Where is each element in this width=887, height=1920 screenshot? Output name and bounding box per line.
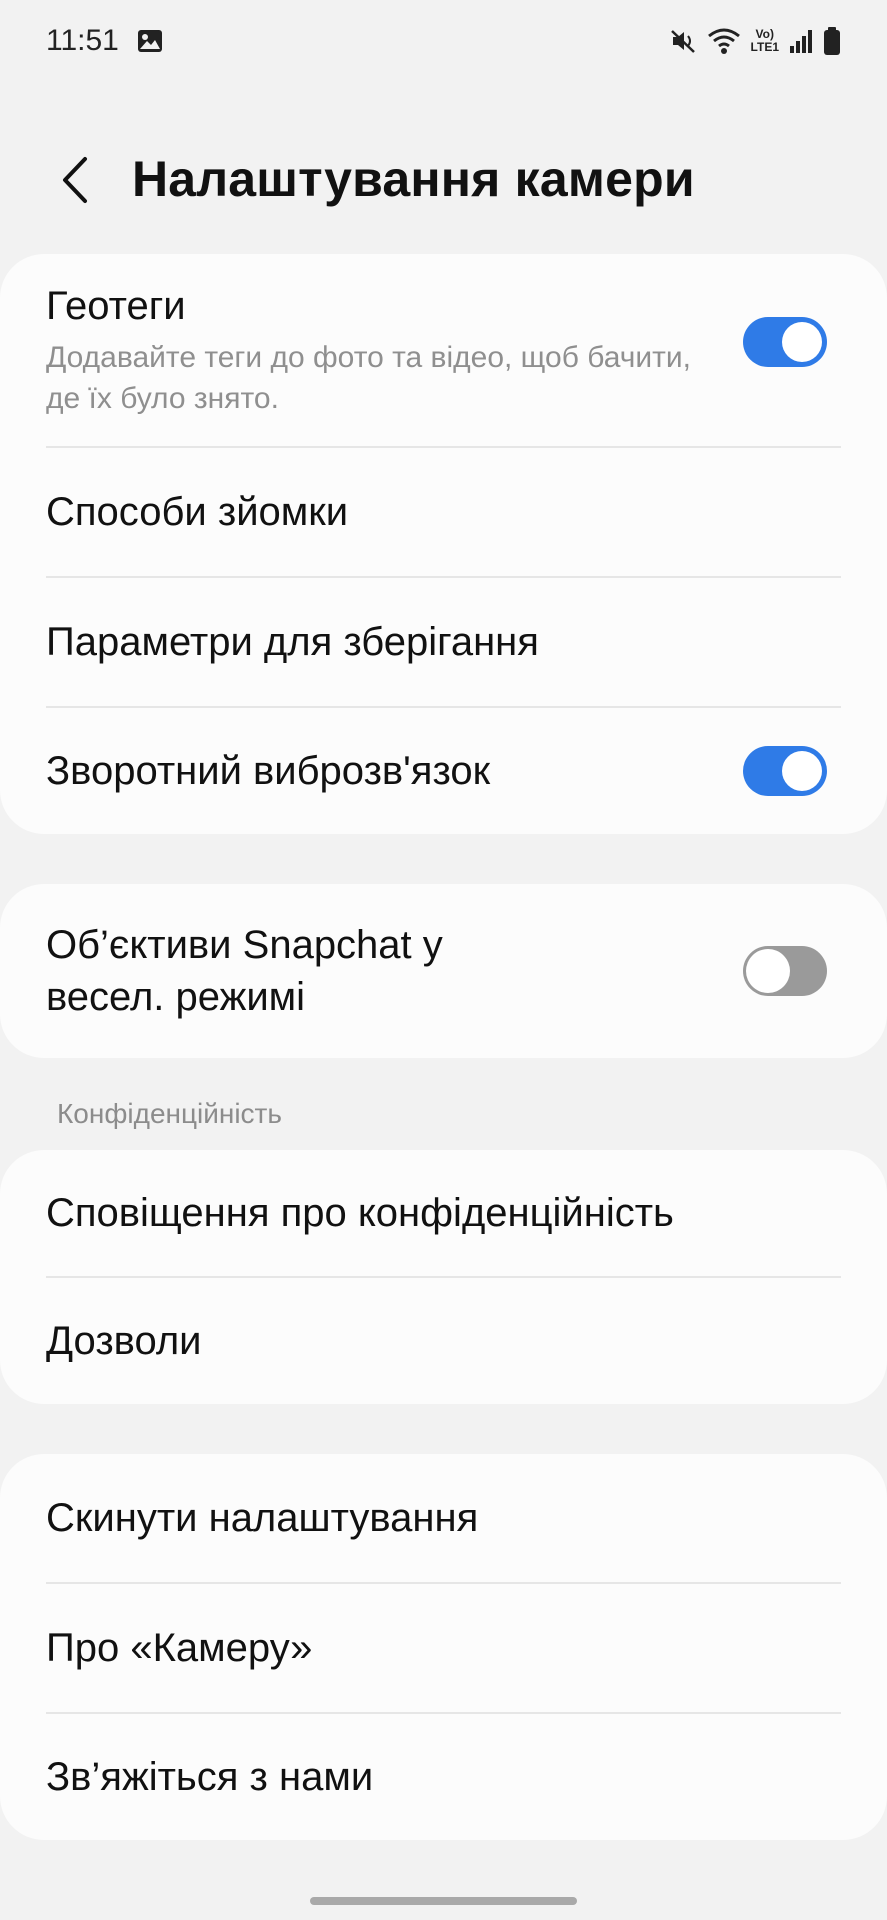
contact-us-row[interactable]: Зв’яжіться з нами bbox=[46, 1714, 841, 1840]
wifi-icon bbox=[707, 28, 740, 54]
snapchat-lenses-label-line2: весел. режимі bbox=[46, 975, 306, 1019]
status-time: 11:51 bbox=[46, 24, 119, 57]
status-right: Vo) LTE1 bbox=[669, 26, 841, 56]
mute-icon bbox=[670, 30, 695, 53]
geotags-text: Геотеги Додавайте теги до фото та відео,… bbox=[46, 284, 841, 419]
gallery-icon bbox=[137, 30, 162, 52]
status-left: 11:51 bbox=[46, 24, 163, 58]
permissions-row[interactable]: Дозволи bbox=[46, 1278, 841, 1404]
privacy-notice-row[interactable]: Сповіщення про конфіденційність bbox=[46, 1150, 841, 1278]
geotags-label: Геотеги bbox=[46, 284, 186, 328]
privacy-notice-label: Сповіщення про конфіденційність bbox=[46, 1190, 674, 1235]
snapchat-lenses-row[interactable]: Об’єктиви Snapchat у весел. режимі bbox=[46, 884, 841, 1058]
storage-options-row[interactable]: Параметри для зберігання bbox=[46, 578, 841, 708]
volte-lte-icon: Vo) LTE1 bbox=[751, 28, 779, 54]
vibration-feedback-toggle[interactable] bbox=[743, 746, 827, 796]
page-title: Налаштування камери bbox=[132, 151, 695, 207]
storage-options-label: Параметри для зберігання bbox=[46, 619, 539, 664]
status-bar: 11:51 Vo) LTE1 bbox=[0, 0, 887, 82]
shooting-methods-label: Способи зйомки bbox=[46, 489, 349, 534]
toggle-knob bbox=[782, 322, 822, 362]
contact-us-label: Зв’яжіться з нами bbox=[46, 1754, 374, 1799]
back-button[interactable] bbox=[50, 154, 100, 206]
snapchat-lenses-toggle[interactable] bbox=[743, 946, 827, 996]
signal-icon bbox=[790, 30, 812, 53]
general-settings-card: Геотеги Додавайте теги до фото та відео,… bbox=[0, 254, 887, 834]
network-bottom: LTE1 bbox=[750, 40, 779, 54]
permissions-label: Дозволи bbox=[46, 1318, 202, 1363]
about-card: Скинути налаштування Про «Камеру» Зв’яжі… bbox=[0, 1454, 887, 1840]
geotags-row[interactable]: Геотеги Додавайте теги до фото та відео,… bbox=[46, 254, 841, 448]
toggle-knob bbox=[782, 751, 822, 791]
battery-icon bbox=[824, 27, 840, 55]
home-indicator[interactable] bbox=[310, 1897, 577, 1905]
privacy-section-header: Конфіденційність bbox=[57, 1098, 282, 1129]
geotags-toggle[interactable] bbox=[743, 317, 827, 367]
privacy-card: Сповіщення про конфіденційність Дозволи bbox=[0, 1150, 887, 1404]
snapchat-lenses-label-line1: Об’єктиви Snapchat у bbox=[46, 923, 443, 967]
header: Налаштування камери bbox=[0, 140, 887, 220]
snapchat-card: Об’єктиви Snapchat у весел. режимі bbox=[0, 884, 887, 1058]
snapchat-lenses-text: Об’єктиви Snapchat у весел. режимі bbox=[46, 919, 841, 1023]
vibration-feedback-row[interactable]: Зворотний виброзв'язок bbox=[46, 708, 841, 834]
shooting-methods-row[interactable]: Способи зйомки bbox=[46, 448, 841, 578]
vibration-feedback-label: Зворотний виброзв'язок bbox=[46, 748, 491, 793]
about-camera-row[interactable]: Про «Камеру» bbox=[46, 1584, 841, 1714]
reset-settings-label: Скинути налаштування bbox=[46, 1495, 479, 1540]
reset-settings-row[interactable]: Скинути налаштування bbox=[46, 1454, 841, 1584]
about-camera-label: Про «Камеру» bbox=[46, 1625, 313, 1670]
geotags-description: Додавайте теги до фото та відео, щоб бач… bbox=[46, 341, 691, 415]
chevron-left-icon bbox=[63, 157, 87, 203]
